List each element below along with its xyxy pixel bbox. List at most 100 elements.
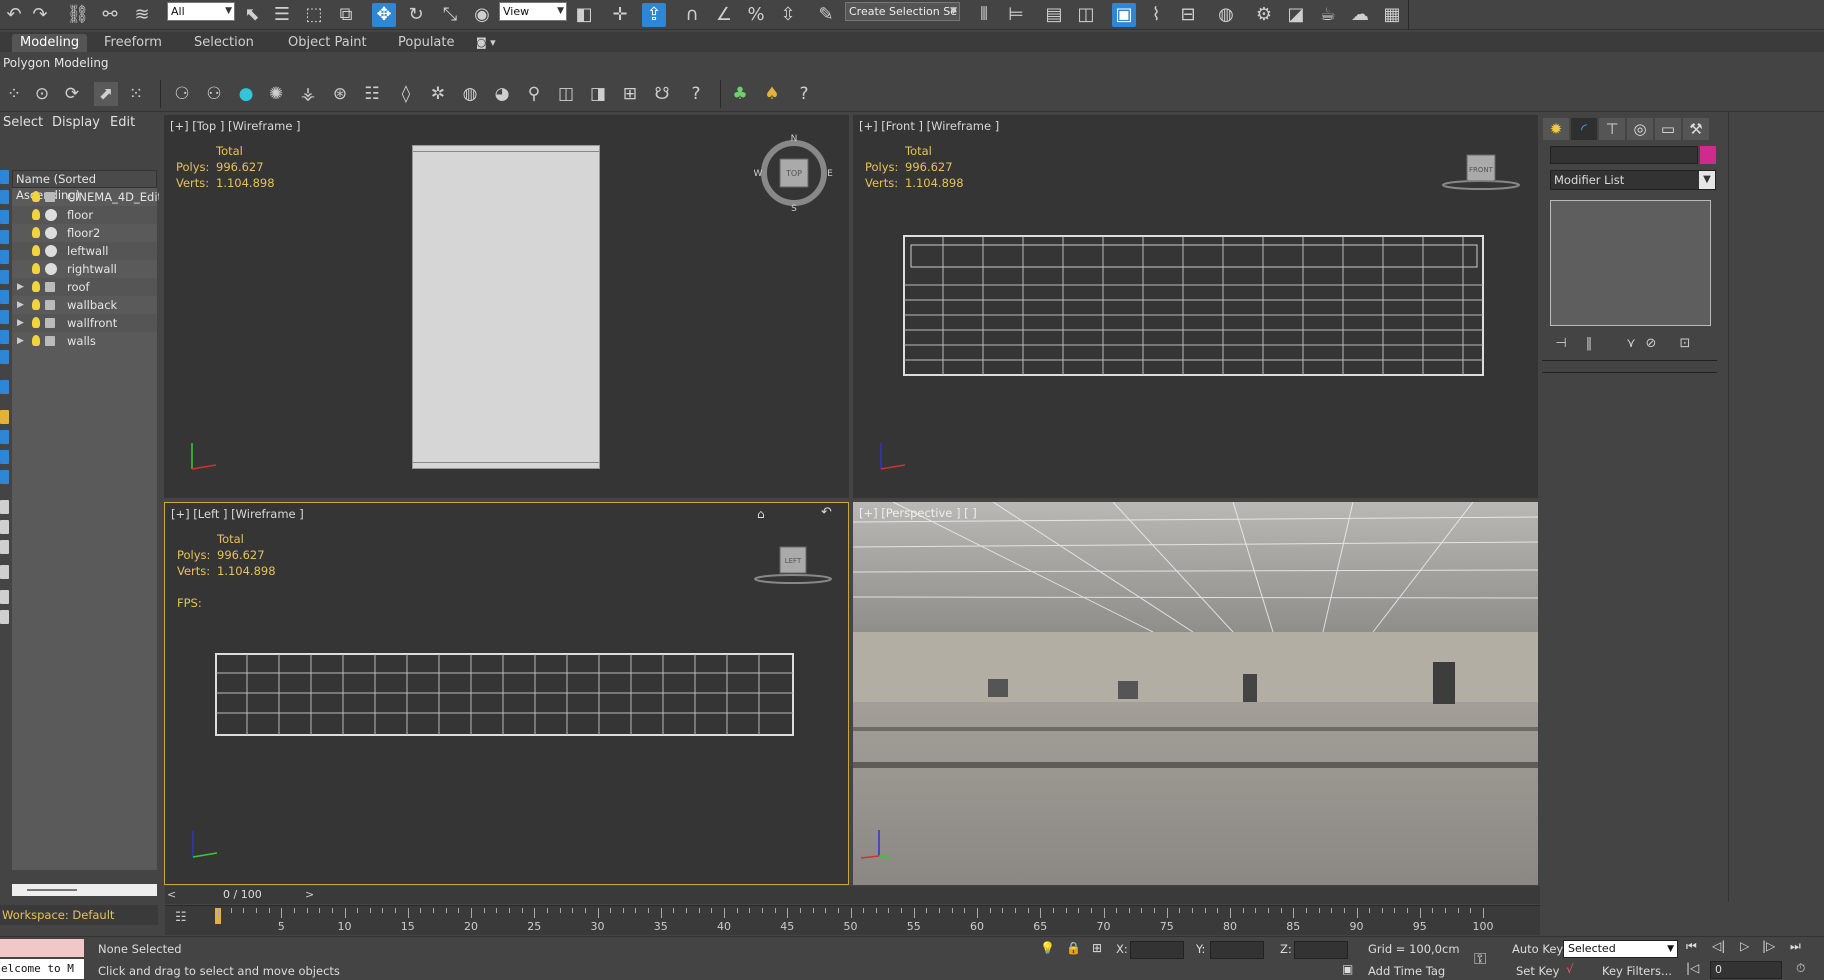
- auto-key-button[interactable]: Auto Key: [1512, 942, 1563, 956]
- current-frame-field[interactable]: 0: [1710, 961, 1782, 979]
- ribbon-panel-label[interactable]: Polygon Modeling: [0, 54, 1824, 72]
- object-name-field[interactable]: [1550, 146, 1698, 164]
- key-mode-toggle-icon[interactable]: |◁: [1686, 961, 1699, 975]
- rendered-frame-window-icon[interactable]: ◪: [1284, 3, 1308, 27]
- unlink-icon[interactable]: ⚯: [98, 3, 122, 27]
- tab-object-paint[interactable]: Object Paint: [280, 34, 375, 52]
- undo-icon[interactable]: ↶: [2, 3, 26, 27]
- display-hidden-icon[interactable]: ⚲: [522, 82, 546, 106]
- select-object-icon[interactable]: ⬉: [240, 3, 264, 27]
- light-bulb-icon[interactable]: [32, 191, 40, 202]
- viewport-label[interactable]: [+] [Top ] [Wireframe ]: [170, 119, 301, 133]
- viewport-top[interactable]: [+] [Top ] [Wireframe ] Total Polys: 996.…: [164, 115, 849, 498]
- display-helpers-icon[interactable]: ⚶: [296, 82, 320, 106]
- filter-none-icon[interactable]: [0, 450, 9, 464]
- viewport-left[interactable]: [+] [Left ] [Wireframe ] Total Polys: 996…: [164, 502, 849, 885]
- filter-more-icon[interactable]: [0, 610, 9, 624]
- time-slider[interactable]: < 0 / 100 >: [165, 886, 1540, 904]
- filter-frozen-icon[interactable]: [0, 380, 9, 394]
- populate-help-icon[interactable]: ?: [792, 82, 816, 106]
- absolute-mode-icon[interactable]: ⊞: [1092, 941, 1102, 955]
- mirror-icon[interactable]: ⫴: [972, 3, 996, 27]
- go-to-start-icon[interactable]: ⏮: [1686, 939, 1697, 954]
- time-slider-next[interactable]: >: [305, 888, 314, 901]
- previous-frame-icon[interactable]: ◁|: [1712, 939, 1725, 953]
- list-item[interactable]: ▶ wallfront: [12, 314, 157, 332]
- angle-snap-icon[interactable]: ∠: [712, 3, 736, 27]
- ribbon-options-dropdown[interactable]: ◙ ▾: [468, 34, 504, 52]
- viewcube-compass[interactable]: TOP N E S W: [754, 133, 834, 213]
- keyboard-shortcut-override-icon[interactable]: ⇪: [642, 3, 666, 27]
- light-bulb-icon[interactable]: [32, 245, 40, 256]
- rotate-view-icon[interactable]: ↶: [821, 505, 832, 520]
- reference-coordinate-dropdown[interactable]: View ▼: [499, 2, 567, 21]
- list-item[interactable]: ▶ wallback: [12, 296, 157, 314]
- light-bulb-icon[interactable]: [32, 281, 40, 292]
- filter-geometry-icon[interactable]: [0, 170, 9, 184]
- list-item[interactable]: rightwall: [12, 260, 157, 278]
- display-groups-icon[interactable]: ◍: [458, 82, 482, 106]
- select-and-scale-icon[interactable]: ⤡: [438, 3, 462, 27]
- select-and-rotate-icon[interactable]: ↻: [404, 3, 428, 27]
- snaps-toggle-icon[interactable]: ∩: [680, 3, 704, 27]
- select-by-name-icon[interactable]: ☰: [270, 3, 294, 27]
- filter-containers-icon[interactable]: [0, 350, 9, 364]
- set-key-filter-icon[interactable]: √: [1566, 962, 1574, 976]
- bind-space-warp-icon[interactable]: ≋: [130, 3, 154, 27]
- filter-sync-icon[interactable]: [0, 540, 9, 554]
- expand-icon[interactable]: ▶: [17, 332, 24, 350]
- display-bones-icon[interactable]: ☷: [360, 82, 384, 106]
- a360-gallery-icon[interactable]: ▦: [1380, 3, 1404, 27]
- home-icon[interactable]: ⌂: [757, 507, 765, 521]
- curve-editor-icon[interactable]: ⌇: [1144, 3, 1168, 27]
- filter-lights-icon[interactable]: [0, 210, 9, 224]
- next-frame-icon[interactable]: |▷: [1762, 939, 1775, 953]
- expand-icon[interactable]: ▶: [17, 278, 24, 296]
- lasso-icon[interactable]: ⟳: [60, 82, 84, 106]
- x-coordinate-field[interactable]: [1130, 941, 1184, 959]
- filter-xrefs-icon[interactable]: [0, 310, 9, 324]
- y-coordinate-field[interactable]: [1210, 941, 1264, 959]
- display-frozen-icon[interactable]: ◕: [490, 82, 514, 106]
- pivot-center-icon[interactable]: ◧: [572, 3, 596, 27]
- filter-helpers-icon[interactable]: [0, 250, 9, 264]
- list-item[interactable]: floor: [12, 206, 157, 224]
- redo-icon[interactable]: ↷: [28, 3, 52, 27]
- light-bulb-icon[interactable]: [32, 317, 40, 328]
- link-icon[interactable]: ⛓: [66, 3, 90, 27]
- populate-idle-icon[interactable]: ♠: [760, 82, 784, 106]
- viewport-label[interactable]: [+] [Left ] [Wireframe ]: [171, 507, 304, 521]
- menu-display[interactable]: Display: [52, 115, 100, 130]
- filter-bones-icon[interactable]: [0, 330, 9, 344]
- find-icon[interactable]: ☋: [650, 82, 674, 106]
- display-tab-icon[interactable]: ▭: [1655, 118, 1681, 140]
- light-bulb-icon[interactable]: [32, 209, 40, 220]
- display-containers-icon[interactable]: ◊: [394, 82, 418, 106]
- help-icon[interactable]: ?: [684, 82, 708, 106]
- schematic-view-icon[interactable]: ⊟: [1176, 3, 1200, 27]
- motion-tab-icon[interactable]: ◎: [1627, 118, 1653, 140]
- display-lights-icon[interactable]: ●: [234, 82, 258, 106]
- tab-modeling[interactable]: Modeling: [12, 34, 88, 52]
- play-icon[interactable]: ▷: [1740, 939, 1749, 953]
- viewcube[interactable]: FRONT: [1439, 153, 1523, 193]
- time-configuration-icon[interactable]: ⏱: [1796, 961, 1805, 976]
- render-in-cloud-icon[interactable]: ☁: [1348, 3, 1372, 27]
- light-bulb-icon[interactable]: [32, 299, 40, 310]
- render-production-icon[interactable]: ☕: [1316, 3, 1340, 27]
- named-selection-set-dropdown[interactable]: Create Selection Se ▼: [845, 2, 960, 21]
- time-tag-icon[interactable]: ▣: [1342, 962, 1353, 976]
- align-icon[interactable]: ⊨: [1004, 3, 1028, 27]
- time-slider-prev[interactable]: <: [167, 888, 176, 901]
- light-bulb-icon[interactable]: [32, 227, 40, 238]
- create-tab-icon[interactable]: ✹: [1543, 118, 1569, 140]
- rectangular-selection-icon[interactable]: ⬚: [302, 3, 326, 27]
- make-unique-icon[interactable]: ⋎: [1622, 336, 1640, 352]
- modify-tab-icon[interactable]: ◜: [1571, 118, 1597, 140]
- hierarchy-tab-icon[interactable]: ⊤: [1599, 118, 1625, 140]
- filter-lock-icon[interactable]: [0, 565, 9, 579]
- menu-select[interactable]: Select: [3, 115, 43, 130]
- display-spacewarps-icon[interactable]: ⊛: [328, 82, 352, 106]
- filter-options-icon[interactable]: [0, 520, 9, 534]
- display-xrefs-icon[interactable]: ✲: [426, 82, 450, 106]
